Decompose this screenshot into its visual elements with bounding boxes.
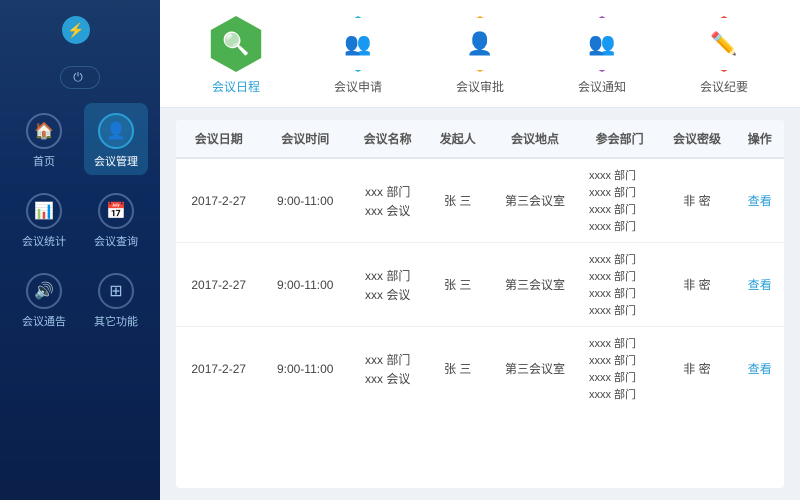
hexagon-review: 👤 [452, 16, 508, 72]
nav-icon-meeting-query: 📅 [98, 193, 134, 229]
logo-icon: ⚡ [62, 16, 90, 44]
nav-icon-other: ⊞ [98, 273, 134, 309]
top-icon-shape-apply: 👥 [330, 16, 386, 72]
power-icon: ⏻ [73, 70, 83, 85]
cell-date: 2017-2-27 [176, 158, 261, 243]
meeting-table: 会议日期会议时间会议名称发起人会议地点参会部门会议密级操作 2017-2-279… [176, 120, 784, 410]
hexagon-notify: 👥 [574, 16, 630, 72]
logout-button[interactable]: ⏻ [60, 66, 100, 89]
nav-label-meeting-mgmt: 会议管理 [94, 153, 138, 169]
nav-label-meeting-stats: 会议统计 [22, 233, 66, 249]
table-row: 2017-2-279:00-11:00xxx 部门xxx 会议张 三第三会议室x… [176, 243, 784, 327]
top-icon-glyph-notify: 👥 [588, 31, 615, 57]
sidebar: ⚡ ⏻ 🏠 首页 👤 会议管理 📊 会议统计 📅 会议查询 🔊 会议通告 ⊞ 其… [0, 0, 160, 500]
table-row: 2017-2-279:00-11:00xxx 部门xxx 会议张 三第三会议室x… [176, 327, 784, 411]
nav-icon-meeting-mgmt: 👤 [98, 113, 134, 149]
top-icon-shape-notify: 👥 [574, 16, 630, 72]
nav-icon-home: 🏠 [26, 113, 62, 149]
top-icon-shape-review: 👤 [452, 16, 508, 72]
top-icon-apply[interactable]: 👥 会议申请 [323, 16, 393, 95]
cell-security: 非 密 [658, 327, 735, 411]
top-icon-schedule[interactable]: 🔍 会议日程 [201, 16, 271, 95]
top-icon-bar: 🔍 会议日程 👥 会议申请 👤 会议审批 👥 会议通知 ✏️ [160, 0, 800, 108]
cell-departments: xxxx 部门xxxx 部门xxxx 部门xxxx 部门 [581, 243, 658, 327]
cell-initiator: 张 三 [426, 327, 489, 411]
sidebar-nav: 🏠 首页 👤 会议管理 📊 会议统计 📅 会议查询 🔊 会议通告 ⊞ 其它功能 [0, 103, 160, 335]
cell-initiator: 张 三 [426, 243, 489, 327]
cell-departments: xxxx 部门xxxx 部门xxxx 部门xxxx 部门 [581, 327, 658, 411]
cell-date: 2017-2-27 [176, 243, 261, 327]
sidebar-item-other[interactable]: ⊞ 其它功能 [84, 263, 148, 335]
cell-action[interactable]: 查看 [736, 327, 784, 411]
view-link[interactable]: 查看 [748, 194, 772, 208]
cell-time: 9:00-11:00 [261, 158, 349, 243]
top-icon-minutes[interactable]: ✏️ 会议纪要 [689, 16, 759, 95]
cell-location: 第三会议室 [489, 327, 581, 411]
top-icon-shape-schedule: 🔍 [208, 16, 264, 72]
nav-icon-announcement: 🔊 [26, 273, 62, 309]
table-header: 会议名称 [349, 120, 426, 158]
cell-name: xxx 部门xxx 会议 [349, 158, 426, 243]
cell-location: 第三会议室 [489, 158, 581, 243]
table-header: 会议密级 [658, 120, 735, 158]
table-header: 发起人 [426, 120, 489, 158]
cell-security: 非 密 [658, 243, 735, 327]
table-header: 会议时间 [261, 120, 349, 158]
top-icon-review[interactable]: 👤 会议审批 [445, 16, 515, 95]
nav-label-other: 其它功能 [94, 313, 138, 329]
nav-label-home: 首页 [33, 153, 55, 169]
top-icon-label-schedule: 会议日程 [212, 78, 260, 95]
table-area: 会议日期会议时间会议名称发起人会议地点参会部门会议密级操作 2017-2-279… [176, 120, 784, 488]
view-link[interactable]: 查看 [748, 362, 772, 376]
sidebar-item-announcement[interactable]: 🔊 会议通告 [12, 263, 76, 335]
nav-label-meeting-query: 会议查询 [94, 233, 138, 249]
top-icon-glyph-minutes: ✏️ [710, 31, 737, 57]
sidebar-item-meeting-stats[interactable]: 📊 会议统计 [12, 183, 76, 255]
cell-security: 非 密 [658, 158, 735, 243]
view-link[interactable]: 查看 [748, 278, 772, 292]
table-row: 2017-2-279:00-11:00xxx 部门xxx 会议张 三第三会议室x… [176, 158, 784, 243]
top-icon-glyph-review: 👤 [466, 31, 493, 57]
sidebar-logo: ⚡ [62, 0, 98, 54]
top-icon-glyph-schedule: 🔍 [222, 31, 249, 57]
cell-location: 第三会议室 [489, 243, 581, 327]
hexagon-apply: 👥 [330, 16, 386, 72]
table-header: 会议日期 [176, 120, 261, 158]
top-icon-label-notify: 会议通知 [578, 78, 626, 95]
main-content: 🔍 会议日程 👥 会议申请 👤 会议审批 👥 会议通知 ✏️ [160, 0, 800, 500]
sidebar-item-home[interactable]: 🏠 首页 [12, 103, 76, 175]
sidebar-item-meeting-query[interactable]: 📅 会议查询 [84, 183, 148, 255]
top-icon-notify[interactable]: 👥 会议通知 [567, 16, 637, 95]
cell-time: 9:00-11:00 [261, 327, 349, 411]
cell-action[interactable]: 查看 [736, 243, 784, 327]
cell-departments: xxxx 部门xxxx 部门xxxx 部门xxxx 部门 [581, 158, 658, 243]
table-header: 操作 [736, 120, 784, 158]
cell-initiator: 张 三 [426, 158, 489, 243]
cell-name: xxx 部门xxx 会议 [349, 243, 426, 327]
cell-date: 2017-2-27 [176, 327, 261, 411]
nav-icon-meeting-stats: 📊 [26, 193, 62, 229]
top-icon-label-review: 会议审批 [456, 78, 504, 95]
top-icon-glyph-apply: 👥 [344, 31, 371, 57]
cell-action[interactable]: 查看 [736, 158, 784, 243]
top-icon-label-apply: 会议申请 [334, 78, 382, 95]
table-header: 会议地点 [489, 120, 581, 158]
top-icon-label-minutes: 会议纪要 [700, 78, 748, 95]
cell-name: xxx 部门xxx 会议 [349, 327, 426, 411]
top-icon-shape-minutes: ✏️ [696, 16, 752, 72]
hexagon-schedule: 🔍 [208, 16, 264, 72]
sidebar-item-meeting-mgmt[interactable]: 👤 会议管理 [84, 103, 148, 175]
hexagon-minutes: ✏️ [696, 16, 752, 72]
cell-time: 9:00-11:00 [261, 243, 349, 327]
table-header: 参会部门 [581, 120, 658, 158]
nav-label-announcement: 会议通告 [22, 313, 66, 329]
